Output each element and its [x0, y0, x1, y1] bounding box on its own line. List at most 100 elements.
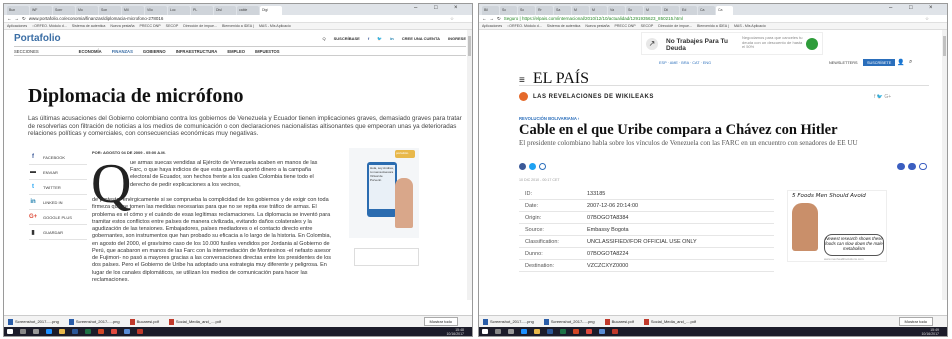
browser-tab[interactable]: Sc — [500, 6, 517, 15]
close-icon[interactable]: × — [929, 5, 933, 11]
browser-tab-active[interactable]: Ca — [716, 6, 733, 15]
minimize-icon[interactable]: – — [414, 5, 417, 11]
chrome-icon[interactable] — [586, 329, 592, 334]
browser-tab[interactable]: Loc — [168, 6, 190, 15]
browser-tab[interactable]: Rr — [536, 6, 553, 15]
share-linkedin[interactable]: in LINKED IN — [29, 195, 87, 210]
facebook-icon[interactable]: f — [368, 36, 369, 41]
browser-tab[interactable]: Mil — [122, 6, 144, 15]
bookmark-item[interactable]: PRECC DNP — [140, 24, 161, 28]
share-facebook[interactable]: f FACEBOOK — [29, 150, 87, 165]
powerpoint-icon[interactable] — [98, 329, 104, 334]
edge-icon[interactable] — [521, 329, 527, 334]
browser-tab[interactable]: Sonr — [53, 6, 75, 15]
bookmark-item[interactable]: Nueva pestaña — [110, 24, 134, 28]
advertisement[interactable]: 5 Foods Men Should Avoid Newest research… — [787, 190, 887, 262]
browser-tab-active[interactable]: Digi — [260, 6, 282, 15]
browser-tab[interactable]: Bil — [482, 6, 499, 15]
share-twitter[interactable]: t TWITTER — [29, 180, 87, 195]
subscribe-button[interactable]: SUSCRÍBETE — [863, 59, 896, 66]
folder-icon[interactable] — [59, 329, 65, 334]
go-arrow-icon[interactable] — [806, 38, 818, 50]
search-icon[interactable]: Q — [323, 36, 326, 41]
app-icon[interactable] — [599, 329, 605, 334]
browser-tab[interactable]: Dii — [662, 6, 679, 15]
system-clock[interactable]: 15:48 10/16/2017 — [446, 328, 464, 336]
nav-item[interactable]: EMPLEO — [227, 49, 245, 54]
browser-tab[interactable]: Disl — [214, 6, 236, 15]
browser-tab[interactable]: Ca — [698, 6, 715, 15]
browser-tab[interactable]: M — [644, 6, 661, 15]
subscribe-link[interactable]: SUSCRÍBASE — [334, 36, 360, 41]
bookmark-item[interactable]: PRECC DNP — [615, 24, 636, 28]
acrobat-icon[interactable] — [612, 329, 618, 334]
browser-tab[interactable]: M — [572, 6, 589, 15]
back-icon[interactable]: ← — [482, 16, 487, 21]
download-item[interactable]: Screenshot_2017-....png — [8, 318, 59, 325]
bookmark-item[interactable]: Aplicaciones — [7, 24, 27, 28]
bookmark-item[interactable]: SECOP — [641, 24, 654, 28]
edge-icon[interactable] — [46, 329, 52, 334]
browser-tab[interactable]: Sa — [554, 6, 571, 15]
scrollbar-thumb[interactable] — [468, 36, 471, 56]
excel-icon[interactable] — [85, 329, 91, 334]
bookmark-item[interactable]: MAS - Mis Aplicacio — [259, 24, 291, 28]
forward-icon[interactable]: → — [490, 16, 495, 21]
share-email[interactable]: ▬ ENVIAR — [29, 165, 87, 180]
site-logo[interactable]: Portafolio — [14, 33, 61, 44]
browser-tab[interactable]: M — [590, 6, 607, 15]
bookmark-item[interactable]: MAS - Mis Aplicacio — [734, 24, 766, 28]
download-item[interactable]: Social_Media_and_....pdf — [168, 318, 221, 325]
email-icon[interactable] — [908, 163, 916, 170]
bookmark-item[interactable]: Nueva pestaña — [585, 24, 609, 28]
nav-item-active[interactable]: FINANZAS — [112, 49, 133, 54]
user-icon[interactable]: 👤 — [897, 59, 904, 66]
linkedin-icon[interactable]: in — [390, 36, 394, 41]
excel-icon[interactable] — [560, 329, 566, 334]
scrollbar-thumb[interactable] — [943, 36, 946, 56]
bookmark-star-icon[interactable]: ☆ — [925, 16, 929, 22]
bookmark-item[interactable]: SECOP — [166, 24, 179, 28]
folder-icon[interactable] — [534, 329, 540, 334]
search-icon[interactable]: ⌕ — [909, 59, 912, 66]
url-text[interactable]: Seguro | https://elpais.com/internaciona… — [504, 16, 922, 21]
bookmark-item[interactable]: Bienvenido a IDEA | — [697, 24, 729, 28]
browser-tab[interactable]: Ed — [680, 6, 697, 15]
download-item[interactable]: Screenshot_2017-....png — [483, 318, 534, 325]
minimize-icon[interactable]: – — [889, 5, 892, 11]
search-icon[interactable] — [495, 329, 501, 334]
login-link[interactable]: INGRESE — [448, 36, 466, 41]
section-header[interactable]: LAS REVELACIONES DE WIKILEAKS — [519, 92, 654, 101]
bookmark-item[interactable]: Dirección de impue... — [183, 24, 217, 28]
word-icon[interactable] — [72, 329, 78, 334]
back-icon[interactable]: ← — [7, 16, 12, 21]
chrome-icon[interactable] — [111, 329, 117, 334]
bookmark-item[interactable]: Sistema de autentica — [547, 24, 581, 28]
start-icon[interactable] — [7, 329, 13, 334]
download-item[interactable]: Screenshot_2017-....png — [68, 318, 120, 325]
nav-item[interactable]: IMPUESTOS — [255, 49, 280, 54]
reload-icon[interactable]: ↻ — [497, 16, 501, 22]
bookmark-item[interactable]: ::ORFEO. Módulo d... — [32, 24, 67, 28]
start-icon[interactable] — [482, 329, 488, 334]
bookmark-item[interactable]: Bienvenido a IDEA | — [222, 24, 254, 28]
twitter-icon[interactable]: 🐦 — [377, 36, 382, 41]
advertisement[interactable]: portafolio Hola, soy Andrea, tu nueva As… — [349, 148, 419, 238]
bookmark-item[interactable]: Aplicaciones — [482, 24, 502, 28]
powerpoint-icon[interactable] — [573, 329, 579, 334]
share-save[interactable]: ▮ GUARDAR — [29, 225, 87, 240]
twitter-share-icon[interactable] — [529, 163, 536, 170]
newsletters-link[interactable]: NEWSLETTERS — [829, 61, 857, 65]
browser-tab[interactable]: Mo — [76, 6, 98, 15]
acrobat-icon[interactable] — [137, 329, 143, 334]
download-item[interactable]: Bucaresi.pdf — [604, 318, 634, 325]
like-icon[interactable] — [897, 163, 905, 170]
create-account-link[interactable]: CREE UNA CUENTA — [402, 36, 440, 41]
maximize-icon[interactable]: □ — [434, 5, 438, 11]
maximize-icon[interactable]: □ — [909, 5, 913, 11]
address-bar[interactable]: ← → ↻ Seguro | https://elpais.com/intern… — [479, 15, 947, 23]
nav-item[interactable]: INFRAESTRUCTURA — [176, 49, 218, 54]
comments-icon[interactable] — [919, 163, 927, 170]
browser-tab[interactable]: Bun — [7, 6, 29, 15]
browser-tab[interactable]: Vilo — [145, 6, 167, 15]
